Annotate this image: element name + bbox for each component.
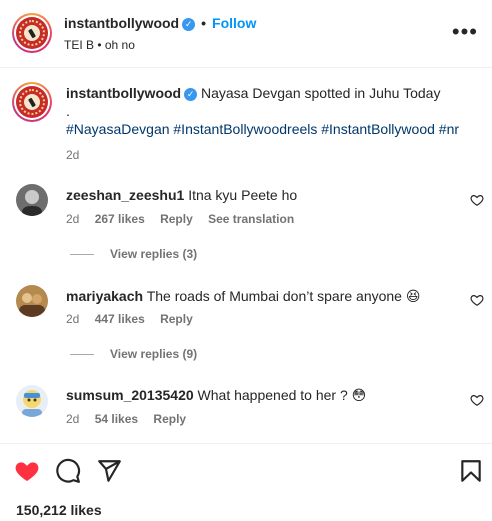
- comment-text-row: zeeshan_zeeshu1 Itna kyu Peete ho: [66, 187, 297, 203]
- comment-text-row: sumsum_20135420 What happened to her ? 😳: [66, 387, 366, 404]
- post-age: 2d: [66, 148, 80, 162]
- comment-bubble-icon[interactable]: [55, 458, 81, 484]
- comment-age: 2d: [66, 412, 80, 426]
- account-avatar[interactable]: [12, 13, 52, 53]
- comment-like-heart-icon[interactable]: [470, 193, 484, 207]
- reply-button[interactable]: Reply: [153, 412, 186, 426]
- post-header: instantbollywood ✓ • Follow TEI B • oh no •…: [0, 0, 492, 68]
- comment-like-heart-icon[interactable]: [470, 393, 484, 407]
- comment-avatar[interactable]: [16, 184, 48, 216]
- reply-button[interactable]: Reply: [160, 212, 193, 226]
- comment-username[interactable]: zeeshan_zeeshu1: [66, 187, 184, 203]
- share-paper-plane-icon[interactable]: [96, 458, 122, 484]
- comment-likes[interactable]: 447 likes: [95, 312, 145, 326]
- separator-dot: •: [201, 15, 207, 31]
- caption-text: Nayasa Devgan spotted in Juhu Today: [201, 85, 441, 101]
- comment-body: What happened to her ? 😳: [197, 387, 367, 403]
- verified-badge-icon: ✓: [184, 88, 198, 101]
- header-username[interactable]: instantbollywood: [64, 15, 179, 31]
- follow-button[interactable]: Follow: [212, 15, 256, 31]
- comment-likes[interactable]: 267 likes: [95, 212, 145, 226]
- comment-likes[interactable]: 54 likes: [95, 412, 138, 426]
- see-translation-button[interactable]: See translation: [208, 212, 294, 226]
- comment-username[interactable]: sumsum_20135420: [66, 387, 194, 403]
- view-replies-button[interactable]: View replies (3): [70, 247, 197, 261]
- comment-meta: 2d 267 likes Reply See translation: [66, 212, 306, 226]
- caption-username[interactable]: instantbollywood: [66, 85, 181, 101]
- likes-total[interactable]: 150,212 likes: [16, 502, 102, 518]
- comment-like-heart-icon[interactable]: [470, 293, 484, 307]
- caption-dot: .: [66, 103, 70, 119]
- comment-text-row: mariyakach The roads of Mumbai don’t spa…: [66, 288, 420, 305]
- verified-badge-icon: ✓: [182, 18, 196, 31]
- comment-avatar[interactable]: [16, 285, 48, 317]
- comment-age: 2d: [66, 212, 80, 226]
- comment-meta: 2d 447 likes Reply: [66, 312, 205, 326]
- comment-meta: 2d 54 likes Reply: [66, 412, 198, 426]
- reply-button[interactable]: Reply: [160, 312, 193, 326]
- comment-body: The roads of Mumbai don’t spare anyone 😆: [146, 288, 421, 304]
- caption: instantbollywood ✓ Nayasa Devgan spotted …: [66, 84, 466, 164]
- caption-hashtags[interactable]: #NayasaDevgan #InstantBollywoodreels #In…: [66, 120, 466, 138]
- caption-avatar[interactable]: [12, 82, 52, 122]
- post-actions-bar: 150,212 likes: [0, 443, 492, 521]
- view-replies-button[interactable]: View replies (9): [70, 347, 197, 361]
- comment-username[interactable]: mariyakach: [66, 288, 143, 304]
- more-options-icon[interactable]: •••: [452, 21, 478, 43]
- header-subtitle[interactable]: TEI B • oh no: [64, 38, 135, 52]
- comment-age: 2d: [66, 312, 80, 326]
- like-heart-icon[interactable]: [14, 458, 40, 484]
- save-bookmark-icon[interactable]: [458, 458, 484, 484]
- comment-body: Itna kyu Peete ho: [188, 187, 298, 203]
- header-username-row: instantbollywood ✓ • Follow: [64, 15, 256, 31]
- comment-avatar[interactable]: [16, 385, 48, 417]
